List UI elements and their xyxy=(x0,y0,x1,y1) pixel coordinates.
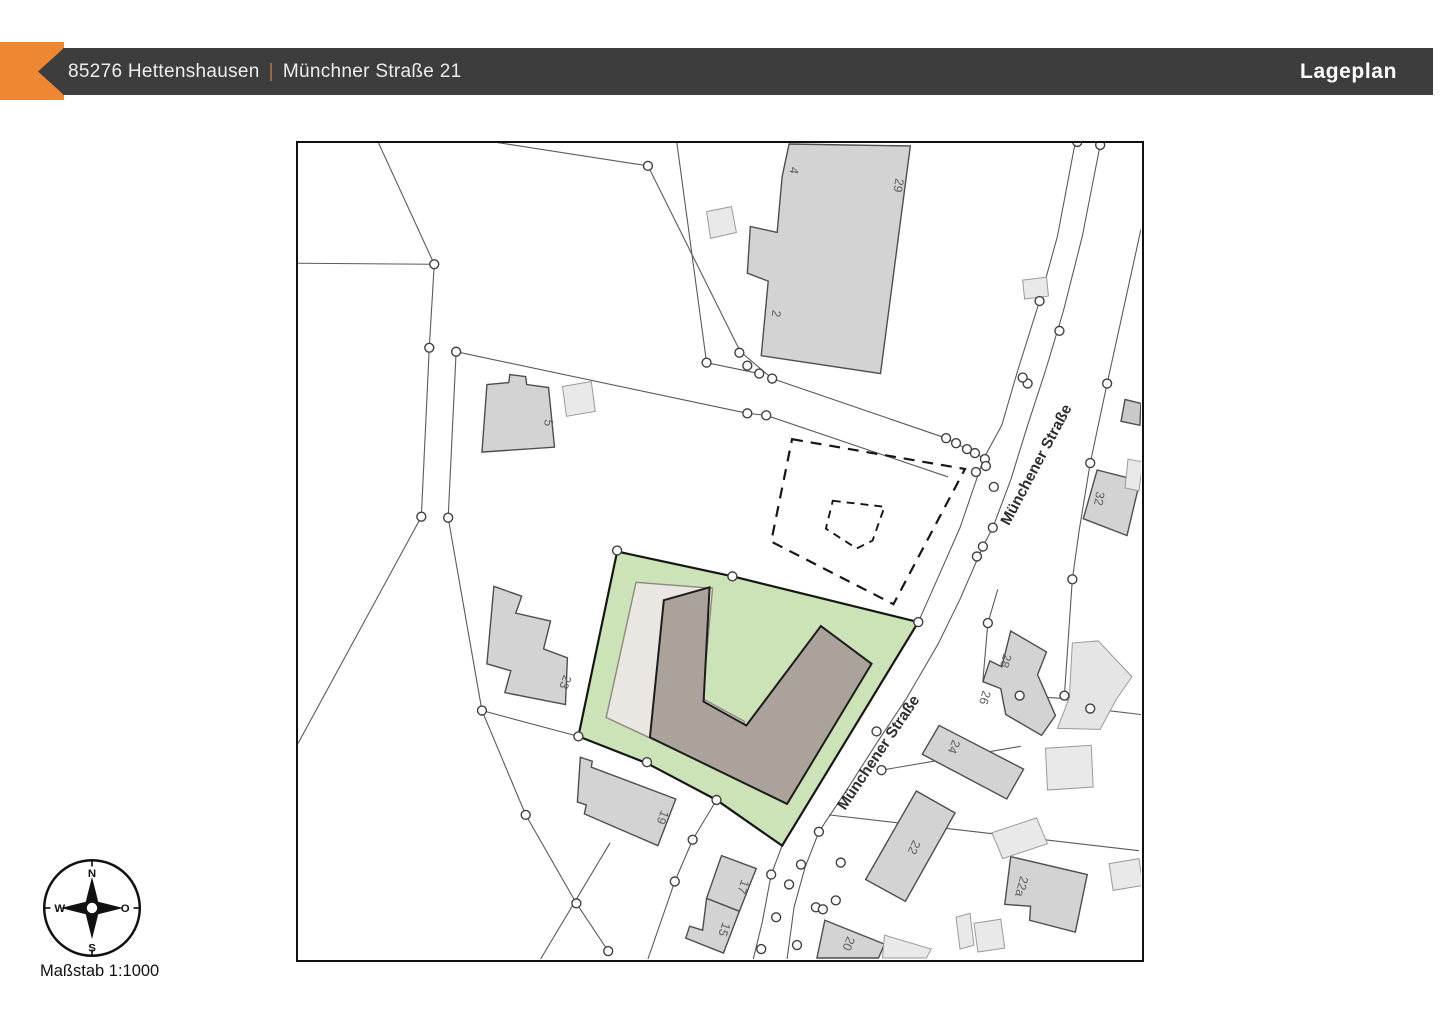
compass-rose: N S W O xyxy=(38,854,146,962)
building-24 xyxy=(922,725,1023,799)
site-plan-svg: 4292523191715202222a24262832 Münchener S… xyxy=(298,143,1141,959)
building-23 xyxy=(487,586,568,704)
shed-24-east xyxy=(1046,745,1094,790)
shed-32-annex xyxy=(1125,459,1141,491)
shed-street-top xyxy=(1023,277,1049,299)
compass-hub xyxy=(87,903,97,913)
street-label-1: Münchener Straße xyxy=(998,401,1076,528)
dashed-planned-outline xyxy=(771,439,965,604)
compass-n: N xyxy=(88,868,96,880)
header-zip-city: 85276 Hettenshausen xyxy=(68,61,260,83)
header-separator: | xyxy=(269,61,274,83)
shed-22a-top xyxy=(992,818,1048,859)
page-title: Lageplan xyxy=(1300,48,1397,95)
building-top-right xyxy=(1121,399,1141,425)
building-5 xyxy=(482,375,555,453)
building-label-32: 32 xyxy=(1091,491,1107,507)
shed-20-right xyxy=(883,935,932,958)
shed-5-annex xyxy=(562,382,595,417)
building-2-29 xyxy=(747,144,910,374)
shed-top xyxy=(707,207,737,239)
shed-22a-right xyxy=(1109,859,1141,891)
scale-label: Maßstab 1:1000 xyxy=(40,962,159,981)
shed-bottom-1 xyxy=(956,913,974,949)
building-label-29: 29 xyxy=(890,177,906,193)
compass-w: W xyxy=(54,903,65,915)
house-26-light xyxy=(1057,641,1132,729)
building-26-28 xyxy=(983,631,1056,735)
header-address: 85276 Hettenshausen | Münchner Straße 21 xyxy=(68,48,462,95)
shed-bottom-2 xyxy=(974,919,1005,952)
compass-s: S xyxy=(88,943,96,955)
compass-o: O xyxy=(121,903,130,915)
header-street: Münchner Straße 21 xyxy=(283,61,462,83)
site-plan-map: 4292523191715202222a24262832 Münchener S… xyxy=(296,141,1144,962)
building-label-26: 26 xyxy=(976,689,993,706)
